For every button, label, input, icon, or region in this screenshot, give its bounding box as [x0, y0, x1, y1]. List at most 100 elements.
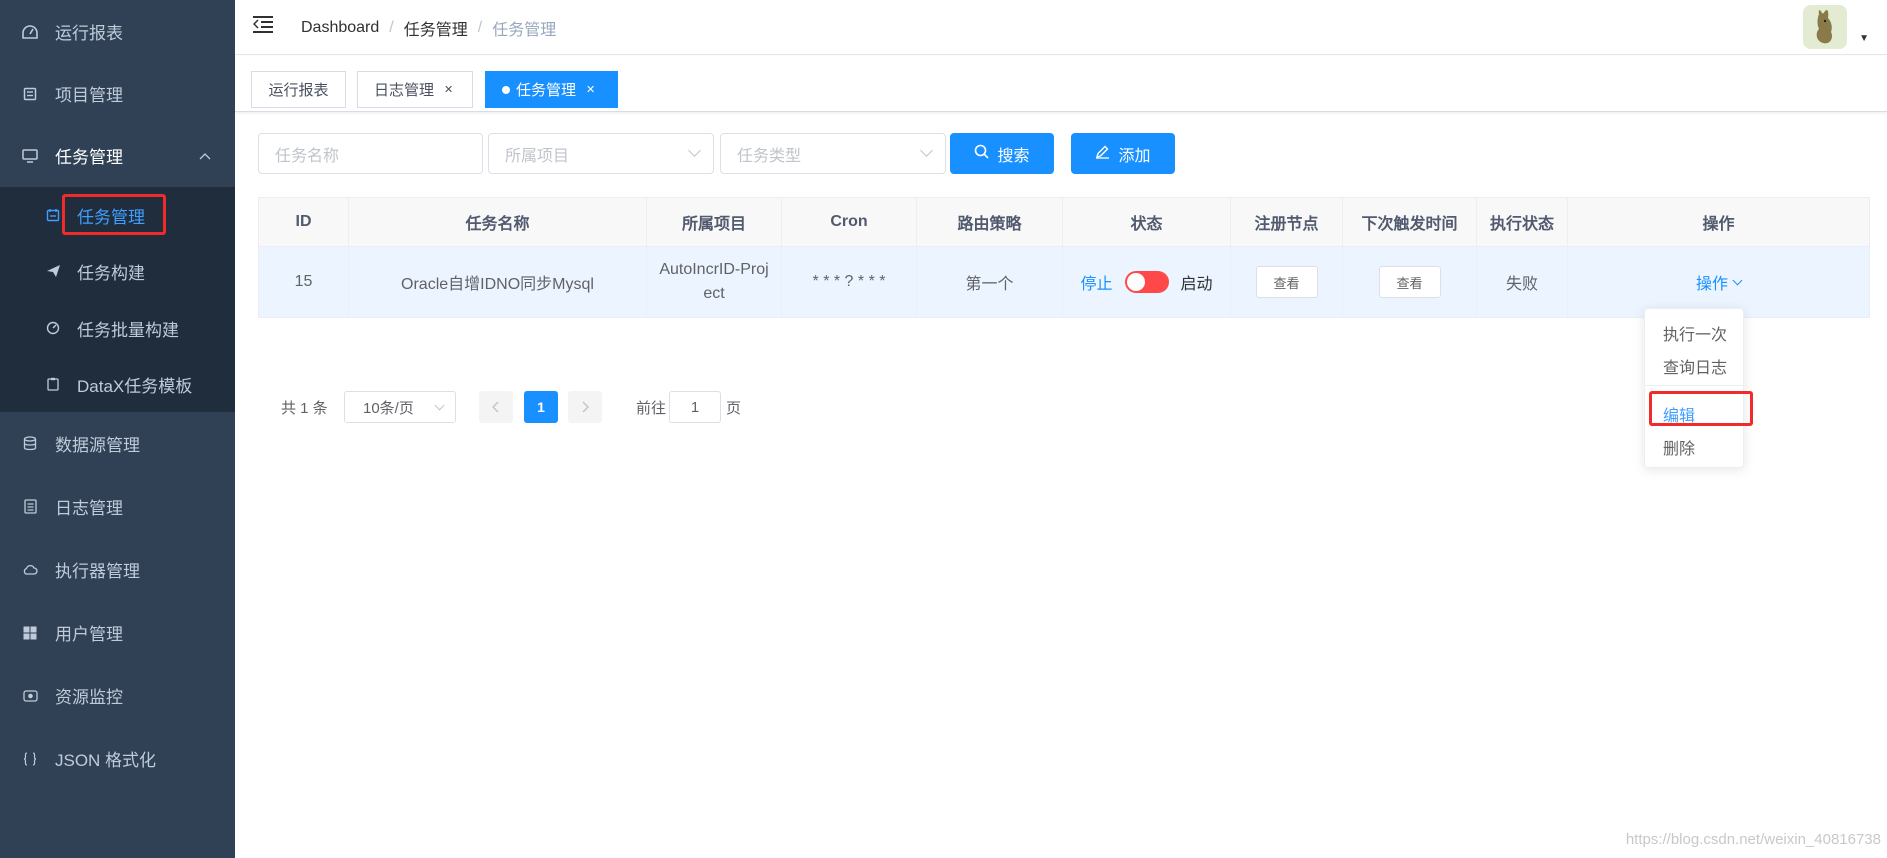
sidebar-subitem-label: DataX任务模板	[77, 376, 193, 396]
tag-logs[interactable]: 日志管理 ✕	[357, 71, 473, 108]
caret-down-icon[interactable]: ▼	[1859, 33, 1869, 44]
goto-prefix: 前往	[636, 399, 667, 417]
sidebar-item-label: 日志管理	[55, 499, 123, 518]
cloud-icon	[22, 562, 38, 578]
sidebar-item-label: 数据源管理	[55, 436, 140, 455]
operations-dropdown-menu: 执行一次 查询日志 编辑 删除	[1644, 308, 1744, 468]
task-type-placeholder: 任务类型	[737, 147, 802, 165]
breadcrumb-current: 任务管理	[492, 22, 557, 39]
monitor-camera-icon	[22, 688, 38, 704]
page-number-button[interactable]: 1	[524, 391, 558, 423]
cell-project-text: AutoIncrID-Project	[659, 261, 769, 302]
table-header: ID 任务名称 所属项目 Cron 路由策略 状态 注册节点 下次触发时间 执行…	[259, 198, 1869, 247]
chevron-down-icon	[434, 400, 445, 411]
sidebar-item-label: 执行器管理	[55, 562, 140, 581]
sidebar-item-label: 资源监控	[55, 688, 123, 707]
active-dot-icon	[502, 85, 510, 94]
close-icon[interactable]: ✕	[586, 83, 595, 96]
view-next-trigger-button[interactable]: 查看	[1378, 266, 1441, 298]
close-icon[interactable]: ✕	[444, 83, 453, 96]
document-icon	[22, 499, 38, 515]
view-nodes-button[interactable]: 查看	[1255, 266, 1318, 298]
sidebar-item-json-format[interactable]: JSON 格式化	[0, 727, 235, 790]
cell-task-name: Oracle自增IDNO同步Mysql	[349, 247, 647, 317]
sidebar-item-label: 任务管理	[55, 148, 123, 167]
avatar[interactable]	[1803, 5, 1847, 49]
sidebar-subitem-task-management[interactable]: 任务管理	[0, 187, 235, 243]
switch-off-label: 停止	[1080, 276, 1113, 293]
header-status: 状态	[1063, 198, 1231, 246]
add-button-label: 添加	[1118, 147, 1151, 165]
task-table: ID 任务名称 所属项目 Cron 路由策略 状态 注册节点 下次触发时间 执行…	[258, 197, 1870, 318]
database-icon	[22, 436, 38, 452]
calendar-icon	[45, 207, 61, 223]
sidebar-subitem-label: 任务批量构建	[77, 320, 179, 340]
breadcrumb-dashboard[interactable]: Dashboard	[301, 19, 379, 37]
menu-item-delete[interactable]: 删除	[1663, 435, 1695, 459]
task-type-select[interactable]: 任务类型	[720, 133, 946, 174]
goto-page-input[interactable]: 1	[669, 391, 721, 423]
hamburger-menu-icon[interactable]	[253, 16, 273, 34]
header-nodes: 注册节点	[1231, 198, 1343, 246]
sidebar-item-logs[interactable]: 日志管理	[0, 475, 235, 538]
switch-on-label: 启动	[1180, 276, 1213, 293]
breadcrumb: Dashboard / 任务管理 / 任务管理	[301, 16, 556, 40]
header-project: 所属项目	[647, 198, 782, 246]
menu-item-query-log[interactable]: 查询日志	[1663, 354, 1727, 378]
pagination-total: 共 1 条	[281, 399, 328, 417]
operations-label: 操作	[1695, 276, 1728, 293]
menu-item-run-once[interactable]: 执行一次	[1663, 321, 1727, 345]
page-size-select[interactable]: 10条/页	[344, 391, 456, 423]
add-button[interactable]: 添加	[1071, 133, 1175, 174]
sidebar-item-label: 用户管理	[55, 625, 123, 644]
breadcrumb-task-management[interactable]: 任务管理	[404, 16, 468, 40]
menu-item-edit[interactable]: 编辑	[1663, 402, 1695, 426]
next-page-button[interactable]	[568, 391, 602, 423]
sidebar-item-dashboard[interactable]: 运行报表	[0, 0, 235, 63]
tag-task-management[interactable]: 任务管理 ✕	[485, 71, 618, 108]
cell-nodes: 查看	[1231, 247, 1343, 317]
sidebar-subitem-datax-template[interactable]: DataX任务模板	[0, 356, 235, 412]
project-select[interactable]: 所属项目	[488, 133, 714, 174]
tag-label: 任务管理	[516, 82, 577, 99]
sidebar-item-executor[interactable]: 执行器管理	[0, 538, 235, 601]
header-next-trigger: 下次触发时间	[1343, 198, 1477, 246]
tag-label: 运行报表	[268, 82, 329, 99]
send-icon	[45, 263, 61, 279]
chevron-down-icon	[688, 144, 701, 157]
navbar: Dashboard / 任务管理 / 任务管理 ▼	[235, 0, 1887, 55]
cell-id: 15	[259, 247, 349, 317]
sidebar-item-datasource[interactable]: 数据源管理	[0, 412, 235, 475]
tag-dashboard[interactable]: 运行报表	[251, 71, 346, 108]
grid-icon	[22, 625, 38, 641]
sidebar-item-project[interactable]: 项目管理	[0, 62, 235, 125]
sidebar-item-resource-monitor[interactable]: 资源监控	[0, 664, 235, 727]
status-switch-group: 停止 启动	[1080, 270, 1213, 294]
chevron-down-icon	[1732, 275, 1743, 285]
sidebar-item-label: 运行报表	[55, 24, 123, 43]
status-toggle[interactable]	[1124, 271, 1169, 293]
sidebar-subitem-label: 任务管理	[77, 207, 145, 227]
sidebar-item-label: 项目管理	[55, 86, 123, 105]
project-placeholder: 所属项目	[505, 147, 570, 165]
cell-operations: 操作	[1568, 247, 1869, 317]
breadcrumb-separator: /	[477, 19, 483, 36]
sidebar-item-task-management[interactable]: 任务管理	[0, 124, 235, 187]
header-exec-status: 执行状态	[1477, 198, 1568, 246]
monitor-icon	[22, 148, 38, 164]
operations-dropdown-trigger[interactable]: 操作	[1695, 270, 1743, 294]
prev-page-button[interactable]	[479, 391, 513, 423]
sidebar-item-users[interactable]: 用户管理	[0, 601, 235, 664]
watermark: https://blog.csdn.net/weixin_40816738	[1625, 831, 1881, 848]
task-name-input[interactable]: 任务名称	[258, 133, 483, 174]
task-submenu: 任务管理 任务构建 任务批量构建 DataX任务模板	[0, 187, 235, 412]
chevron-up-icon	[199, 148, 211, 163]
sidebar-subitem-task-build[interactable]: 任务构建	[0, 243, 235, 299]
header-route: 路由策略	[917, 198, 1063, 246]
sidebar-item-label: JSON 格式化	[55, 751, 157, 770]
sidebar-subitem-batch-build[interactable]: 任务批量构建	[0, 300, 235, 356]
chevron-down-icon	[920, 144, 933, 157]
project-icon	[22, 86, 38, 102]
search-button[interactable]: 搜索	[950, 133, 1054, 174]
task-name-placeholder: 任务名称	[275, 147, 340, 165]
